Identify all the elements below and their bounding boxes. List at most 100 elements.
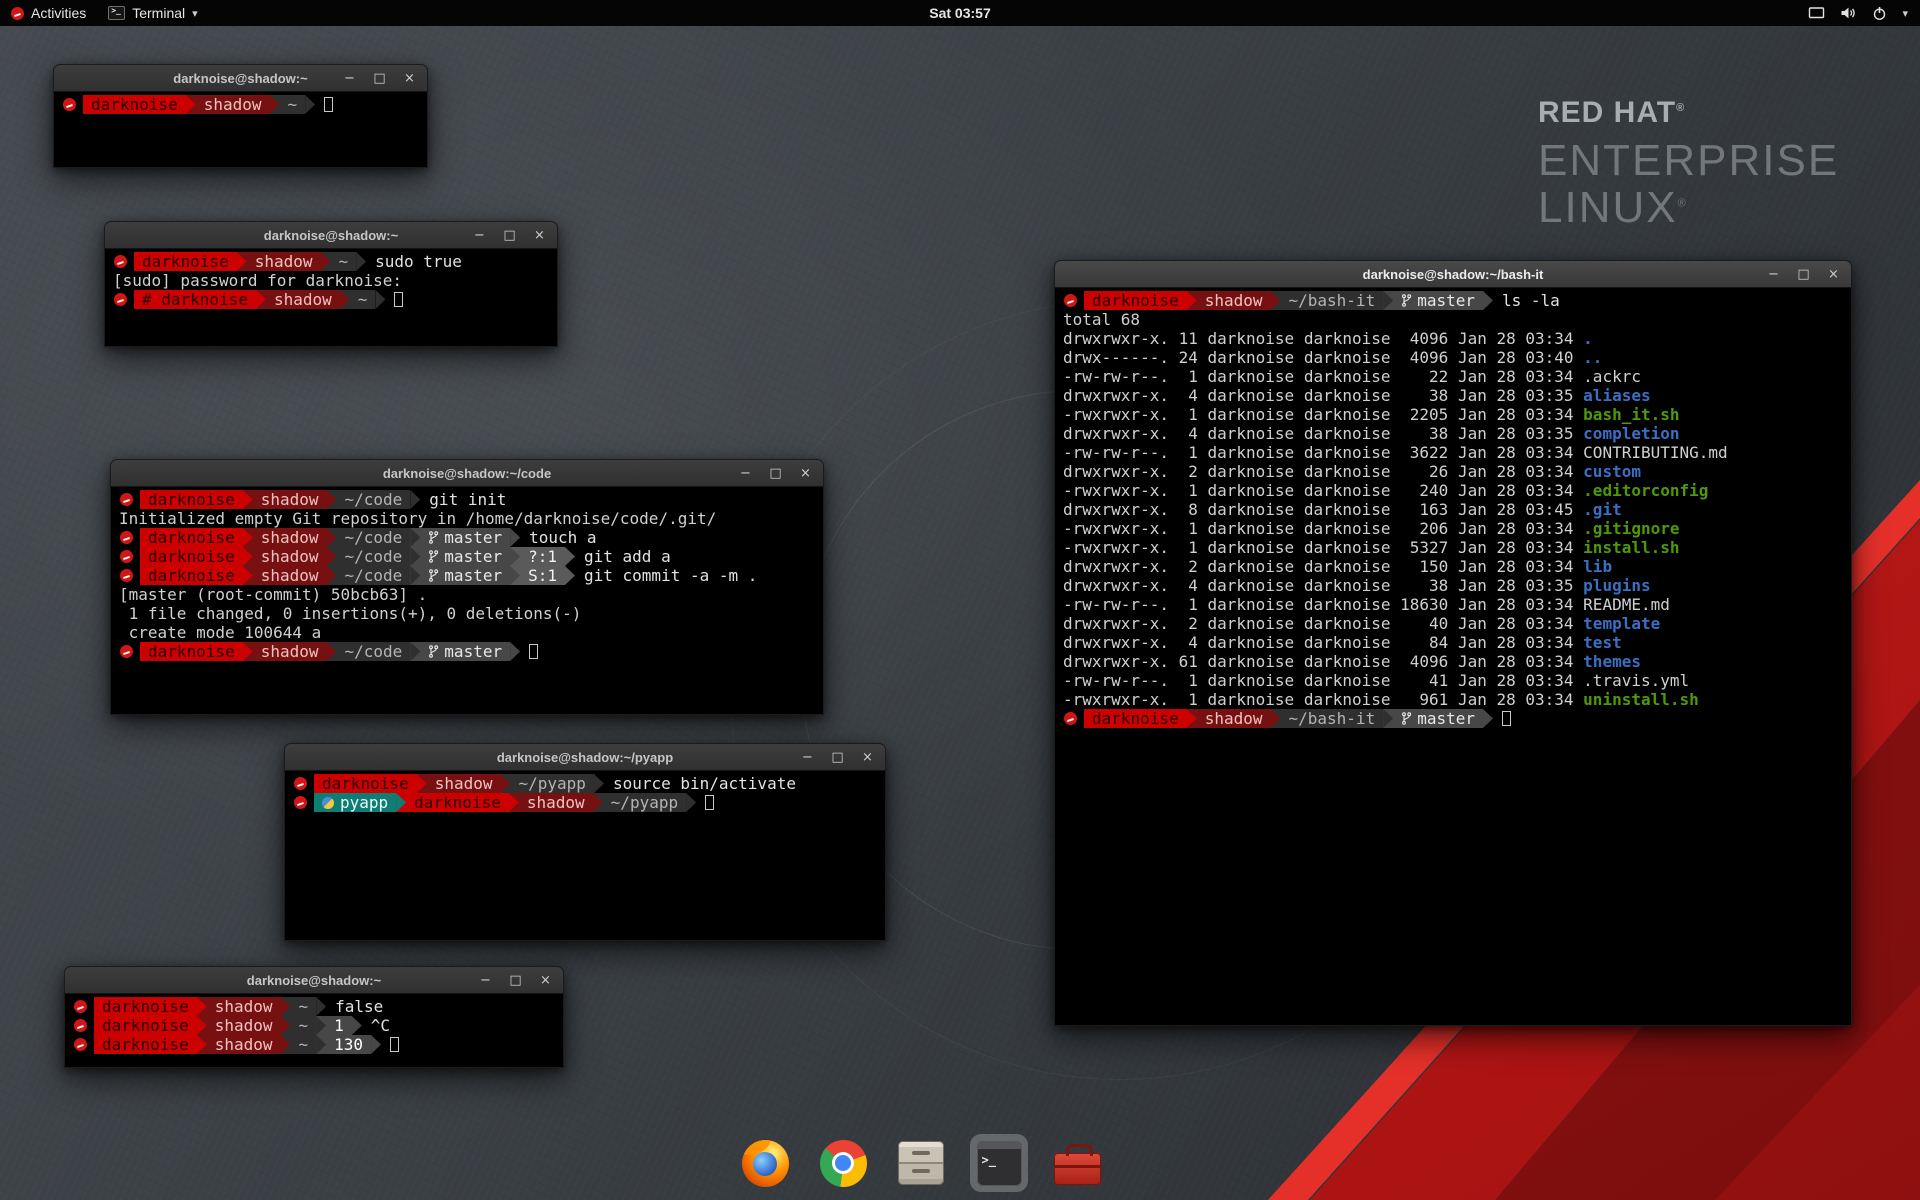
titlebar[interactable]: darknoise@shadow:~/bash-it − □ × bbox=[1054, 260, 1852, 288]
maximize-button[interactable]: □ bbox=[503, 229, 516, 242]
minimize-button[interactable]: − bbox=[343, 72, 356, 85]
terminal-content[interactable]: darknoiseshadow~falsedarknoiseshadow~1^C… bbox=[64, 994, 564, 1068]
titlebar[interactable]: darknoise@shadow:~ − □ × bbox=[53, 64, 428, 92]
file-meta: -rw-rw-r--. 1 darknoise darknoise 18630 … bbox=[1063, 595, 1583, 614]
file-list-row: drwxrwxr-x. 8 darknoise darknoise 163 Ja… bbox=[1063, 500, 1843, 519]
powerline-separator bbox=[501, 774, 511, 793]
prompt-line: darknoiseshadow~ bbox=[62, 95, 419, 114]
minimize-button[interactable]: − bbox=[1767, 268, 1780, 281]
minimize-button[interactable]: − bbox=[473, 229, 486, 242]
app-menu-label: Terminal bbox=[132, 5, 185, 21]
dock-toolbox[interactable] bbox=[1048, 1134, 1106, 1192]
file-name: .ackrc bbox=[1583, 367, 1641, 386]
registered-mark: ® bbox=[1678, 197, 1688, 209]
dock-files[interactable] bbox=[892, 1134, 950, 1192]
prompt-segment-user: darknoise bbox=[140, 547, 243, 566]
window-title: darknoise@shadow:~/pyapp bbox=[497, 750, 673, 765]
file-name: custom bbox=[1583, 462, 1641, 481]
prompt-segment-path: ~ bbox=[331, 252, 357, 271]
powerline-separator bbox=[270, 95, 280, 114]
file-meta: drwxrwxr-x. 4 darknoise darknoise 38 Jan… bbox=[1063, 386, 1583, 405]
powerline-separator bbox=[243, 642, 253, 661]
close-button[interactable]: × bbox=[403, 72, 416, 85]
powerline-separator bbox=[1187, 709, 1197, 728]
file-meta: -rwxrwxr-x. 1 darknoise darknoise 2205 J… bbox=[1063, 405, 1583, 424]
titlebar[interactable]: darknoise@shadow:~/code − □ × bbox=[110, 459, 824, 487]
system-status-area[interactable]: ▾ bbox=[1808, 6, 1920, 21]
terminal-content[interactable]: darknoiseshadow~/bash-itmasterls -latota… bbox=[1054, 288, 1852, 1026]
window-title: darknoise@shadow:~ bbox=[264, 228, 398, 243]
file-name: aliases bbox=[1583, 386, 1650, 405]
prompt-segment-user: darknoise bbox=[1084, 709, 1187, 728]
brand-enterprise: ENTERPRISE bbox=[1538, 138, 1839, 185]
terminal-content[interactable]: darknoiseshadow~/pyappsource bin/activat… bbox=[284, 771, 886, 941]
chrome-icon bbox=[820, 1140, 867, 1187]
maximize-button[interactable]: □ bbox=[373, 72, 386, 85]
prompt-segment-path: ~/code bbox=[337, 528, 411, 547]
window-buttons: − □ × bbox=[801, 744, 874, 770]
prompt-segment-path: ~ bbox=[291, 1035, 317, 1054]
powerline-separator bbox=[565, 566, 575, 585]
terminal-window-bash-it: darknoise@shadow:~/bash-it − □ × darknoi… bbox=[1054, 260, 1852, 1026]
powerline-separator bbox=[1383, 291, 1393, 310]
prompt-segment-host: shadow bbox=[1197, 291, 1271, 310]
terminal-content[interactable]: darknoiseshadow~sudo true[sudo] password… bbox=[104, 249, 558, 347]
powerline-separator bbox=[305, 95, 315, 114]
prompt-segment-host: shadow bbox=[253, 566, 327, 585]
git-branch-icon bbox=[428, 569, 439, 582]
dock-firefox[interactable] bbox=[736, 1134, 794, 1192]
window-title: darknoise@shadow:~/code bbox=[383, 466, 551, 481]
titlebar[interactable]: darknoise@shadow:~ − □ × bbox=[64, 966, 564, 994]
close-button[interactable]: × bbox=[799, 467, 812, 480]
powerline-separator bbox=[281, 1016, 291, 1035]
git-branch-icon bbox=[1401, 712, 1412, 725]
close-button[interactable]: × bbox=[539, 974, 552, 987]
prompt-segment-path: ~/code bbox=[337, 547, 411, 566]
window-buttons: − □ × bbox=[739, 460, 812, 486]
terminal-content[interactable]: darknoiseshadow~ bbox=[53, 92, 428, 168]
prompt-segment-host: shadow bbox=[207, 997, 281, 1016]
close-button[interactable]: × bbox=[1827, 268, 1840, 281]
toolbox-icon bbox=[1054, 1153, 1101, 1185]
file-list-row: drwxrwxr-x. 4 darknoise darknoise 84 Jan… bbox=[1063, 633, 1843, 652]
prompt-segment-host: shadow bbox=[196, 95, 270, 114]
python-icon bbox=[322, 797, 334, 809]
minimize-button[interactable]: − bbox=[801, 751, 814, 764]
titlebar[interactable]: darknoise@shadow:~/pyapp − □ × bbox=[284, 743, 886, 771]
prompt-segment-path: ~/bash-it bbox=[1281, 291, 1384, 310]
prompt-segment-user: darknoise bbox=[406, 793, 509, 812]
powerline-separator bbox=[1271, 291, 1281, 310]
fedora-icon bbox=[74, 1038, 87, 1051]
app-menu-terminal[interactable]: Terminal ▾ bbox=[97, 0, 208, 26]
terminal-icon bbox=[108, 6, 125, 20]
titlebar[interactable]: darknoise@shadow:~ − □ × bbox=[104, 221, 558, 249]
dock-app-grid[interactable] bbox=[1126, 1134, 1184, 1192]
prompt-segment-path: ~/code bbox=[337, 642, 411, 661]
terminal-output-line: [master (root-commit) 50bcb63] . bbox=[119, 585, 815, 604]
minimize-button[interactable]: − bbox=[739, 467, 752, 480]
close-button[interactable]: × bbox=[533, 229, 546, 242]
maximize-button[interactable]: □ bbox=[831, 751, 844, 764]
git-branch-icon bbox=[428, 645, 439, 658]
powerline-separator bbox=[243, 490, 253, 509]
dock-terminal[interactable]: >_ bbox=[970, 1134, 1028, 1192]
terminal-window-home-small: darknoise@shadow:~ − □ × darknoiseshadow… bbox=[53, 64, 428, 168]
prompt-segment-path: ~ bbox=[291, 997, 317, 1016]
activities-button[interactable]: Activities bbox=[0, 0, 97, 26]
file-meta: -rwxrwxr-x. 1 darknoise darknoise 240 Ja… bbox=[1063, 481, 1583, 500]
dock-chrome[interactable] bbox=[814, 1134, 872, 1192]
prompt-segment-stat: ?:1 bbox=[520, 547, 565, 566]
rhel-brand-logo: RED HAT® ENTERPRISE LINUX® bbox=[1538, 96, 1839, 231]
prompt-line: darknoiseshadow~130 bbox=[73, 1035, 555, 1054]
maximize-button[interactable]: □ bbox=[769, 467, 782, 480]
maximize-button[interactable]: □ bbox=[1797, 268, 1810, 281]
powerline-separator bbox=[371, 1035, 381, 1054]
top-bar: Activities Terminal ▾ Sat 03:57 ▾ bbox=[0, 0, 1920, 26]
terminal-content[interactable]: darknoiseshadow~/codegit initInitialized… bbox=[110, 487, 824, 715]
command-text: false bbox=[326, 997, 383, 1016]
file-name: plugins bbox=[1583, 576, 1650, 595]
clock[interactable]: Sat 03:57 bbox=[929, 5, 990, 21]
maximize-button[interactable]: □ bbox=[509, 974, 522, 987]
minimize-button[interactable]: − bbox=[479, 974, 492, 987]
close-button[interactable]: × bbox=[861, 751, 874, 764]
